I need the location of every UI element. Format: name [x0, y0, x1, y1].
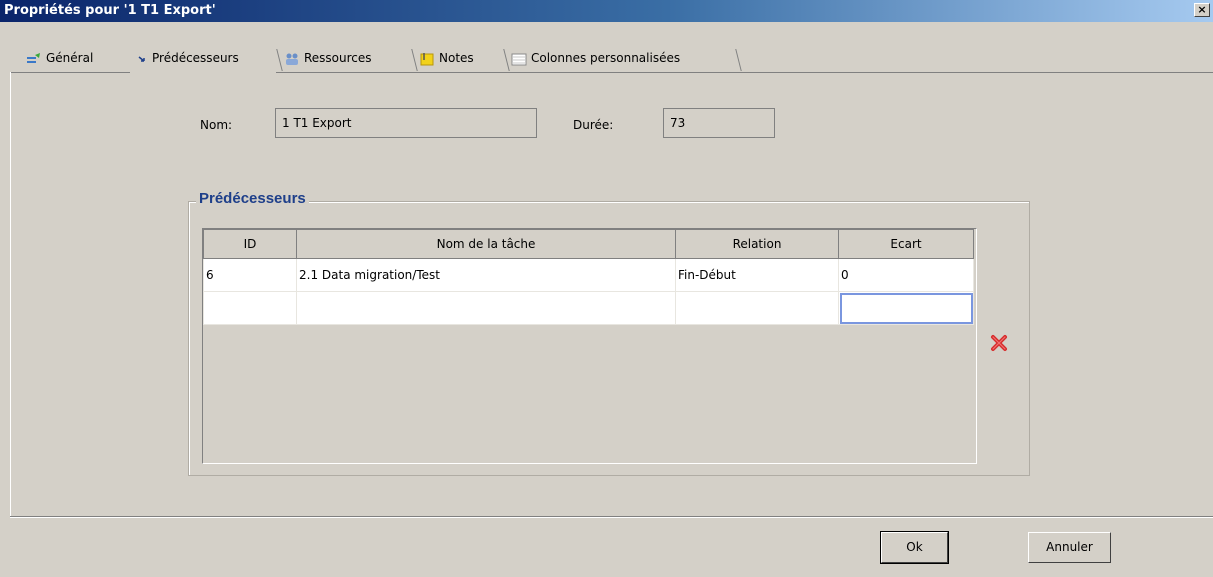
columns-icon	[511, 51, 527, 65]
close-button[interactable]: ×	[1194, 3, 1210, 17]
predecessors-group-title: Prédécesseurs	[196, 190, 309, 207]
cell-task-name[interactable]: 2.1 Data migration/Test	[296, 258, 676, 292]
ok-button[interactable]: Ok	[880, 531, 949, 564]
table-row[interactable]	[203, 291, 974, 325]
close-icon: ×	[1197, 3, 1207, 16]
column-header-task-name[interactable]: Nom de la tâche	[296, 229, 676, 259]
tab-notes-label: Notes	[439, 51, 474, 65]
delete-x-icon[interactable]	[990, 334, 1008, 352]
tab-custom-columns-label: Colonnes personnalisées	[531, 51, 681, 65]
predecessor-arrow-icon	[138, 51, 148, 65]
cancel-button[interactable]: Annuler	[1028, 532, 1111, 563]
table-row[interactable]: 6 2.1 Data migration/Test Fin-Début 0	[203, 258, 974, 292]
predecessors-table: ID Nom de la tâche Relation Ecart 6 2.1 …	[202, 228, 977, 464]
window-title: Propriétés pour '1 T1 Export'	[4, 3, 216, 18]
duration-label: Durée:	[573, 118, 614, 132]
tab-notes[interactable]: Notes	[411, 47, 510, 72]
tab-predecessors[interactable]: Prédécesseurs	[130, 47, 283, 73]
cell-relation[interactable]: Fin-Début	[675, 258, 839, 292]
notes-icon	[419, 51, 435, 65]
column-header-lag[interactable]: Ecart	[838, 229, 974, 259]
cell-task-name[interactable]	[296, 291, 676, 325]
name-label: Nom:	[200, 118, 233, 132]
cell-relation[interactable]	[675, 291, 839, 325]
column-header-id[interactable]: ID	[203, 229, 297, 259]
duration-field[interactable]: 73	[663, 108, 775, 138]
tab-resources-label: Ressources	[304, 51, 372, 65]
cell-id[interactable]	[203, 291, 297, 325]
cell-lag[interactable]: 0	[838, 258, 974, 292]
general-icon	[26, 51, 42, 65]
window-titlebar: Propriétés pour '1 T1 Export' ×	[0, 0, 1213, 22]
cell-id[interactable]: 6	[203, 258, 297, 292]
tab-general-label: Général	[46, 51, 94, 65]
tab-custom-columns[interactable]: Colonnes personnalisées	[503, 47, 742, 72]
cell-lag-editing[interactable]	[838, 291, 974, 325]
footer-divider	[10, 516, 1213, 518]
tab-general[interactable]: Général	[18, 47, 137, 72]
tab-predecessors-label: Prédécesseurs	[152, 51, 239, 65]
column-header-relation[interactable]: Relation	[675, 229, 839, 259]
tab-resources[interactable]: Ressources	[276, 47, 418, 72]
panel-left-edge	[10, 72, 11, 516]
name-field[interactable]: 1 T1 Export	[275, 108, 537, 138]
resources-icon	[284, 51, 300, 65]
